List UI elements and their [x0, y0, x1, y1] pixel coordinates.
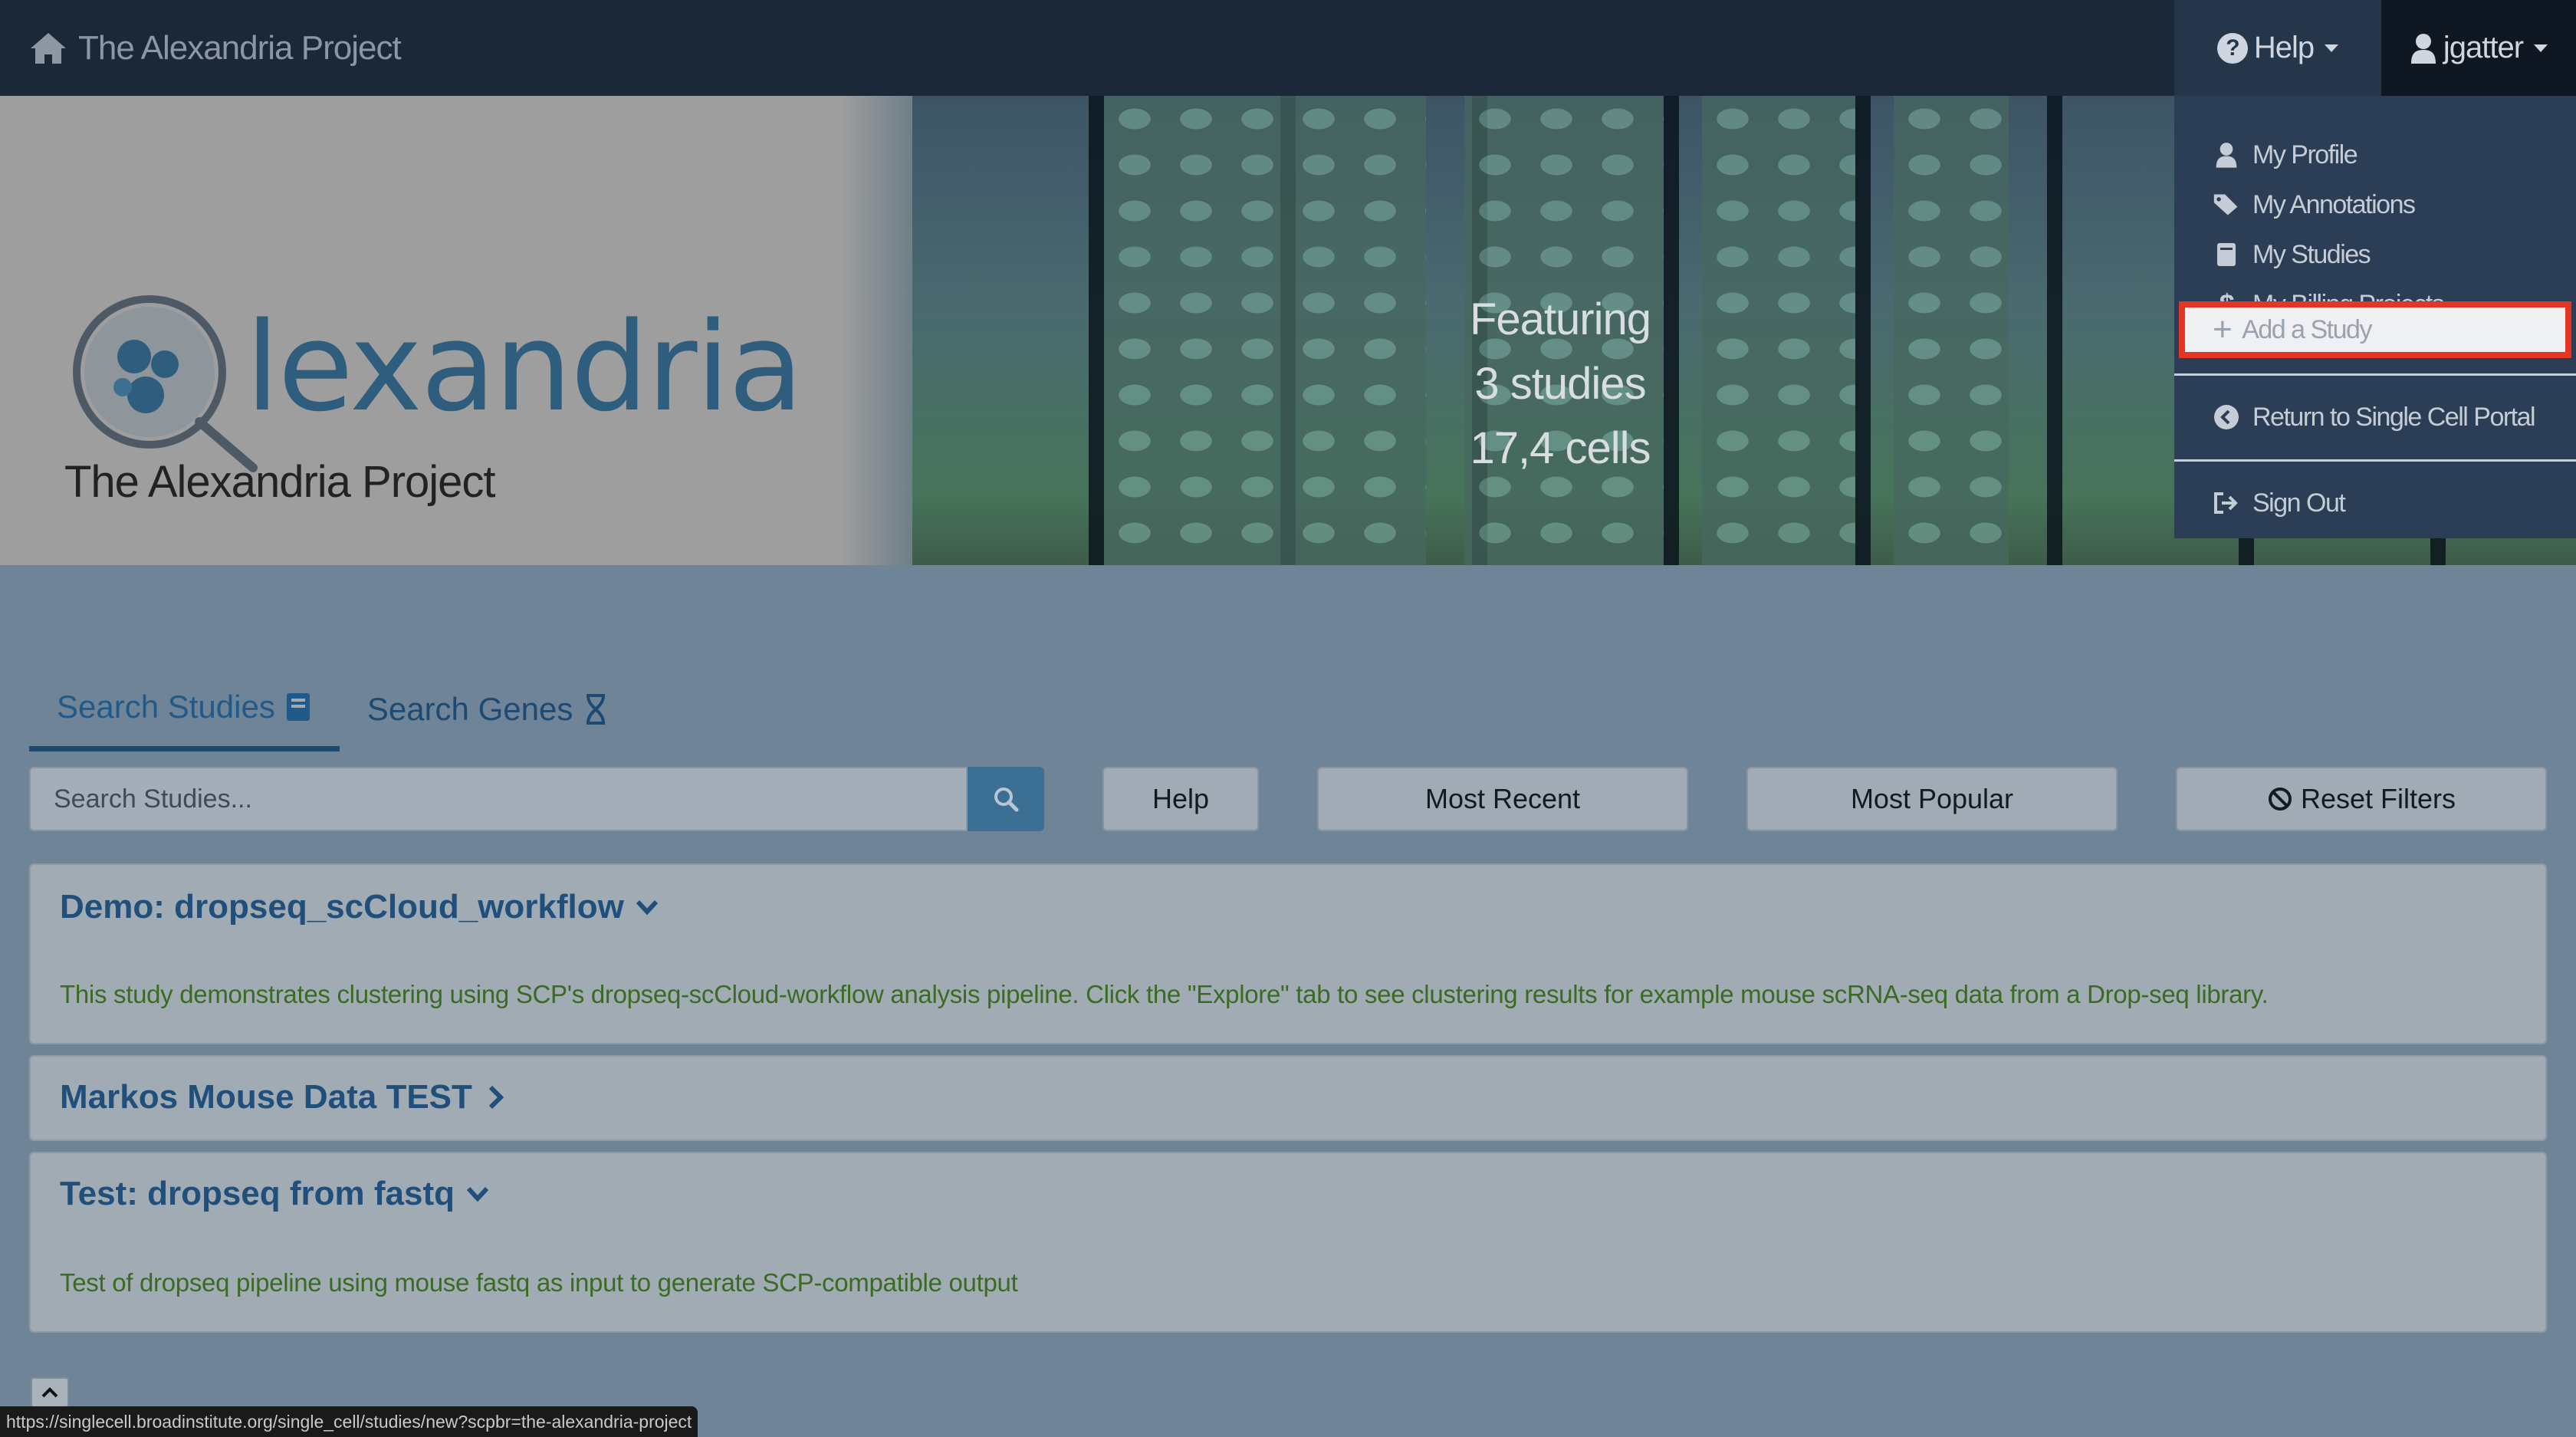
- study-panel: Demo: dropseq_scCloud_workflow This stud…: [29, 863, 2547, 1044]
- study-panel: Test: dropseq from fastq Test of dropseq…: [29, 1152, 2547, 1333]
- most-recent-label: Most Recent: [1424, 783, 1581, 814]
- chevron-down-icon: [466, 1186, 489, 1202]
- caret-down-icon: [2534, 44, 2548, 52]
- scroll-to-top-button[interactable]: [31, 1377, 69, 1408]
- most-popular-button[interactable]: Most Popular: [1746, 767, 2118, 831]
- search-placeholder: Search Studies...: [54, 784, 252, 814]
- tab-search-genes[interactable]: Search Genes: [340, 667, 638, 751]
- search-icon: [994, 788, 1019, 812]
- menu-item-my-annotations[interactable]: My Annotations: [2174, 181, 2576, 229]
- cell-panel: [1104, 96, 1426, 565]
- user-icon: [2213, 141, 2240, 169]
- featuring-stats: Featuring 3 studies 17,4 cells: [1434, 288, 1687, 481]
- menu-item-label: Return to Single Cell Portal: [2252, 402, 2536, 432]
- most-popular-label: Most Popular: [1850, 783, 2014, 814]
- chevron-right-icon: [488, 1085, 504, 1110]
- ban-icon: [2268, 788, 2292, 811]
- study-title-link[interactable]: Markos Mouse Data TEST: [60, 1078, 509, 1116]
- sign-out-icon: [2213, 489, 2240, 517]
- tags-icon: [2213, 191, 2240, 219]
- chevron-left-circle-icon: [2213, 403, 2240, 431]
- user-menu-label: jgatter: [2443, 31, 2524, 64]
- cell-panel: [1894, 96, 2009, 565]
- study-panel: Markos Mouse Data TEST: [29, 1055, 2547, 1141]
- menu-item-label: Add a Study: [2242, 314, 2372, 344]
- banner-logo-area: lexandria The Alexandria Project: [0, 96, 912, 565]
- help-button-label: Help: [1152, 783, 1210, 814]
- menu-divider: [2174, 459, 2576, 462]
- menu-item-return-to-portal[interactable]: Return to Single Cell Portal: [2174, 393, 2576, 441]
- menu-item-label: My Studies: [2252, 239, 2371, 269]
- menu-item-add-a-study[interactable]: + Add a Study: [2179, 301, 2571, 358]
- cell-count: 17,4 cells: [1470, 423, 1651, 473]
- user-menu-toggle[interactable]: jgatter: [2381, 0, 2576, 96]
- banner-subtitle: The Alexandria Project: [64, 457, 496, 507]
- menu-divider: [2174, 373, 2576, 376]
- book-icon: [2213, 241, 2240, 268]
- reset-filters-button[interactable]: Reset Filters: [2176, 767, 2547, 831]
- study-title-link[interactable]: Demo: dropseq_scCloud_workflow: [60, 888, 661, 926]
- book-icon: [286, 692, 310, 721]
- plus-icon: +: [2213, 311, 2233, 348]
- chevron-down-icon: [636, 899, 659, 916]
- most-recent-button[interactable]: Most Recent: [1317, 767, 1688, 831]
- study-description: This study demonstrates clustering using…: [60, 980, 2269, 1008]
- logo-wordmark: lexandria: [245, 295, 803, 439]
- search-tabs: Search Studies Search Genes: [29, 667, 637, 751]
- study-description: Test of dropseq pipeline using mouse fas…: [60, 1268, 1018, 1297]
- brand-title: The Alexandria Project: [78, 28, 402, 67]
- search-button[interactable]: [968, 767, 1044, 831]
- user-dropdown-menu: My Profile My Annotations My Studies $ M…: [2174, 96, 2576, 538]
- user-icon: [2410, 33, 2436, 64]
- tab-search-studies[interactable]: Search Studies: [29, 667, 340, 751]
- menu-item-my-studies[interactable]: My Studies: [2174, 231, 2576, 278]
- caret-down-icon: [2325, 44, 2339, 52]
- featuring-label: Featuring: [1469, 294, 1651, 344]
- brand-link[interactable]: The Alexandria Project: [29, 28, 402, 67]
- tab-label: Search Genes: [366, 691, 573, 727]
- question-circle-icon: ?: [2216, 32, 2248, 64]
- menu-item-label: My Annotations: [2252, 189, 2416, 219]
- study-title: Markos Mouse Data TEST: [60, 1078, 472, 1116]
- dna-icon: [586, 694, 606, 725]
- alexandria-logo: lexandria: [69, 265, 803, 472]
- home-icon: [31, 32, 66, 64]
- cell-panel: [1702, 96, 1855, 565]
- status-bar-url: https://singlecell.broadinstitute.org/si…: [0, 1406, 698, 1437]
- study-count: 3 studies: [1474, 359, 1646, 409]
- study-title: Test: dropseq from fastq: [60, 1175, 455, 1212]
- tab-label: Search Studies: [57, 688, 275, 725]
- menu-item-my-profile[interactable]: My Profile: [2174, 131, 2576, 179]
- chevron-up-icon: [41, 1387, 58, 1398]
- menu-item-sign-out[interactable]: Sign Out: [2174, 479, 2576, 527]
- search-studies-input[interactable]: Search Studies...: [29, 767, 968, 831]
- help-button[interactable]: Help: [1102, 767, 1259, 831]
- menu-item-label: Sign Out: [2252, 488, 2346, 518]
- reset-filters-label: Reset Filters: [2300, 783, 2456, 814]
- help-menu-label: Help: [2253, 31, 2315, 64]
- menu-item-label: My Profile: [2252, 140, 2358, 169]
- study-title: Demo: dropseq_scCloud_workflow: [60, 888, 624, 926]
- help-menu-toggle[interactable]: ? Help: [2174, 0, 2381, 96]
- study-title-link[interactable]: Test: dropseq from fastq: [60, 1175, 491, 1213]
- top-navbar: The Alexandria Project ? Help jgatter: [0, 0, 2576, 96]
